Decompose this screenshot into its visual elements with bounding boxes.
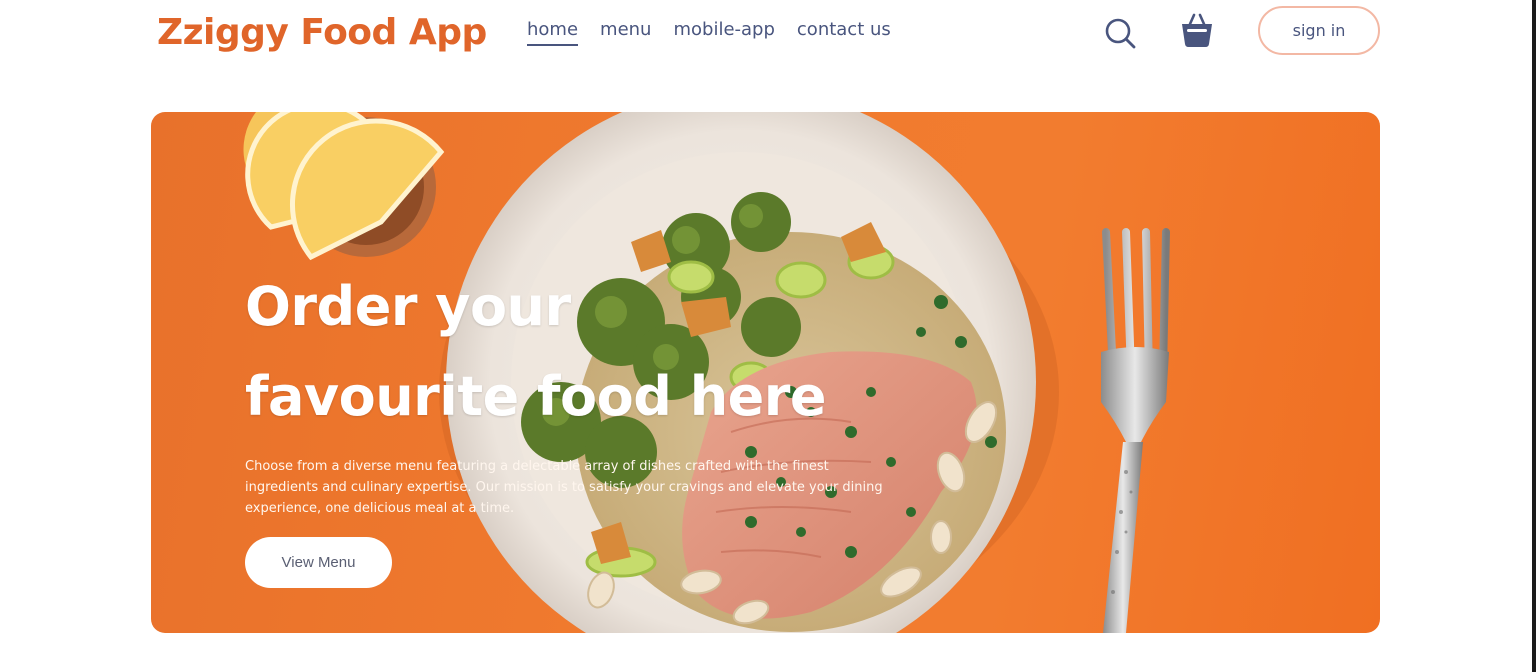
nav-menu: home menu mobile-app contact us xyxy=(527,19,891,46)
search-button[interactable] xyxy=(1100,13,1140,53)
basket-icon xyxy=(1182,13,1212,47)
hero-title: Order your favourite food here xyxy=(245,262,885,442)
nav-item-mobile-app[interactable]: mobile-app xyxy=(673,19,774,46)
nav-item-home[interactable]: home xyxy=(527,19,579,46)
window-edge xyxy=(1532,0,1536,672)
hero-text: Order your favourite food here Choose fr… xyxy=(245,262,885,519)
nav-item-menu[interactable]: menu xyxy=(600,19,651,46)
hero-description: Choose from a diverse menu featuring a d… xyxy=(245,459,883,516)
navbar: Zziggy Food App home menu mobile-app con… xyxy=(0,0,1536,70)
hero-title-line2: favourite food here xyxy=(245,365,827,428)
search-icon xyxy=(1105,18,1136,49)
logo[interactable]: Zziggy Food App xyxy=(157,12,487,53)
sign-in-button[interactable]: sign in xyxy=(1258,6,1380,55)
hero-banner: Order your favourite food here Choose fr… xyxy=(151,112,1380,633)
basket-button[interactable] xyxy=(1177,10,1217,50)
nav-item-contact-us[interactable]: contact us xyxy=(797,19,891,46)
view-menu-button[interactable]: View Menu xyxy=(245,537,392,588)
hero-title-line1: Order your xyxy=(245,275,571,338)
